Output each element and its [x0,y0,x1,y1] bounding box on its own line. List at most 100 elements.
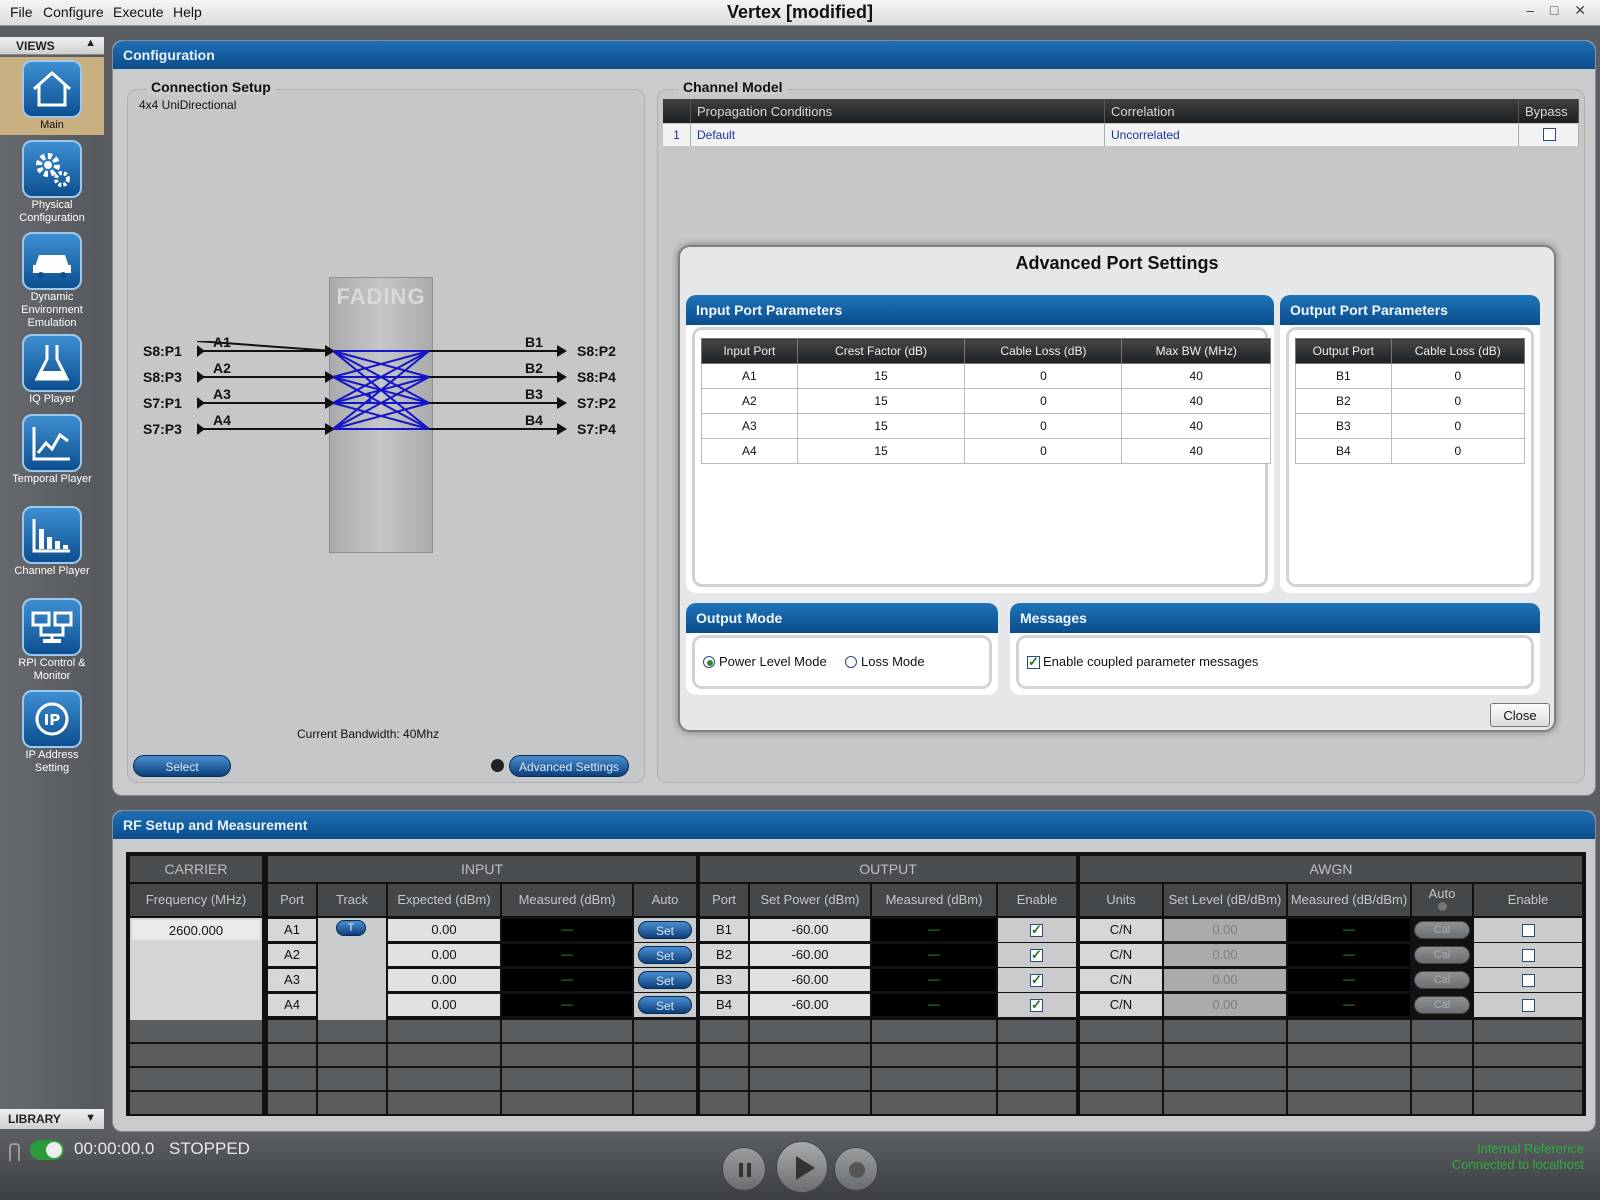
expected-power-input[interactable]: 0.00 [388,944,500,966]
expected-power-input[interactable]: 0.00 [388,919,500,941]
nav-main[interactable]: Main [0,57,104,135]
toggle-knob [46,1142,62,1158]
library-header[interactable]: LIBRARY ▼ [0,1109,104,1129]
cal-button[interactable]: Cal [1414,971,1470,989]
output-cable-loss-cell[interactable]: 0 [1390,438,1526,464]
set-button[interactable]: Set [638,921,692,939]
play-button[interactable] [776,1141,828,1193]
awgn-units-select[interactable]: C/N [1080,994,1162,1016]
menu-execute[interactable]: Execute [113,4,164,20]
cal-button[interactable]: Cal [1414,921,1470,939]
cm-header-propagation[interactable]: Propagation Conditions [691,99,1105,123]
nav-physical-configuration[interactable]: Physical Configuration [0,137,104,227]
set-button[interactable]: Set [638,946,692,964]
select-button[interactable]: Select [133,755,231,777]
empty-cell [318,1020,386,1042]
input-port-a1[interactable]: A1 [213,334,231,350]
nav-temporal-player[interactable]: Temporal Player [0,411,104,501]
output-port-b4[interactable]: B4 [525,412,543,428]
nav-iq-player[interactable]: IQ Player [0,331,104,409]
set-power-input[interactable]: -60.00 [750,969,870,991]
max-bw-cell[interactable]: 40 [1121,363,1271,389]
input-port-parameters-panel: Input Port Parameters Input Port Crest F… [686,295,1274,593]
nav-rpi-control[interactable]: RPI Control & Monitor [0,595,104,685]
max-bw-cell[interactable]: 40 [1121,413,1271,439]
power-level-mode-label[interactable]: Power Level Mode [719,654,827,669]
awgn-units-select[interactable]: C/N [1080,919,1162,941]
set-power-input[interactable]: -60.00 [750,944,870,966]
output-measured-readout: — [872,944,996,966]
nav-dynamic-environment[interactable]: Dynamic Environment Emulation [0,229,104,329]
menu-file[interactable]: File [10,4,33,20]
awgn-enable-checkbox[interactable] [1522,924,1535,937]
output-cable-loss-cell[interactable]: 0 [1390,388,1526,414]
crest-factor-cell[interactable]: 15 [796,438,966,464]
menu-help[interactable]: Help [173,4,202,20]
coupled-messages-checkbox[interactable] [1027,654,1040,670]
record-button[interactable] [834,1147,878,1191]
loss-mode-radio[interactable] [845,656,857,668]
views-header[interactable]: VIEWS ▲ [0,37,104,55]
output-enable-checkbox[interactable] [1030,997,1043,1013]
set-level-input[interactable]: 0.00 [1164,944,1286,966]
input-port-a2[interactable]: A2 [213,360,231,376]
cm-header-bypass[interactable]: Bypass [1519,99,1579,123]
cm-row-propagation[interactable]: Default [691,124,1105,146]
set-level-input[interactable]: 0.00 [1164,969,1286,991]
max-bw-cell[interactable]: 40 [1121,388,1271,414]
output-cable-loss-cell[interactable]: 0 [1390,413,1526,439]
input-port-a3[interactable]: A3 [213,386,231,402]
cable-loss-cell[interactable]: 0 [964,413,1123,439]
output-enable-checkbox[interactable] [1030,972,1043,988]
awgn-units-select[interactable]: C/N [1080,944,1162,966]
chevron-down-icon[interactable]: ▼ [85,1112,96,1124]
set-button[interactable]: Set [638,971,692,989]
crest-factor-cell[interactable]: 15 [796,363,966,389]
set-level-input[interactable]: 0.00 [1164,994,1286,1016]
input-port-a4[interactable]: A4 [213,412,231,428]
coupled-messages-label[interactable]: Enable coupled parameter messages [1043,654,1258,669]
cable-loss-cell[interactable]: 0 [964,438,1123,464]
awgn-enable-checkbox[interactable] [1522,949,1535,962]
power-toggle[interactable] [30,1140,64,1160]
expected-power-input[interactable]: 0.00 [388,969,500,991]
set-button[interactable]: Set [638,996,692,1014]
set-power-input[interactable]: -60.00 [750,919,870,941]
empty-cell [502,1068,632,1090]
crest-factor-cell[interactable]: 15 [796,413,966,439]
awgn-enable-checkbox[interactable] [1522,974,1535,987]
cm-header-correlation[interactable]: Correlation [1105,99,1519,123]
empty-cell [1412,1068,1472,1090]
awgn-enable-checkbox[interactable] [1522,999,1535,1012]
cable-loss-cell[interactable]: 0 [964,363,1123,389]
set-power-input[interactable]: -60.00 [750,994,870,1016]
empty-cell [1474,1092,1582,1114]
output-enable-checkbox[interactable] [1030,947,1043,963]
menu-configure[interactable]: Configure [43,4,104,20]
output-enable-checkbox[interactable] [1030,922,1043,938]
close-button[interactable]: Close [1490,703,1550,727]
set-level-input[interactable]: 0.00 [1164,919,1286,941]
loss-mode-label[interactable]: Loss Mode [861,654,925,669]
awgn-units-select[interactable]: C/N [1080,969,1162,991]
output-port-b1[interactable]: B1 [525,334,543,350]
max-bw-cell[interactable]: 40 [1121,438,1271,464]
cal-button[interactable]: Cal [1414,996,1470,1014]
advanced-settings-button[interactable]: Advanced Settings [509,755,629,777]
pause-button[interactable] [722,1147,766,1191]
cm-row-correlation[interactable]: Uncorrelated [1105,124,1519,146]
input-port-parameters-body: Input Port Crest Factor (dB) Cable Loss … [692,327,1271,587]
cable-loss-cell[interactable]: 0 [964,388,1123,414]
window-controls[interactable]: ‒ □ ✕ [1526,2,1592,19]
output-port-b3[interactable]: B3 [525,386,543,402]
crest-factor-cell[interactable]: 15 [796,388,966,414]
chevron-up-icon[interactable]: ▲ [85,37,96,49]
nav-channel-player[interactable]: Channel Player [0,503,104,593]
output-cable-loss-cell[interactable]: 0 [1390,363,1526,389]
output-port-b2[interactable]: B2 [525,360,543,376]
cal-button[interactable]: Cal [1414,946,1470,964]
expected-power-input[interactable]: 0.00 [388,994,500,1016]
power-level-mode-radio[interactable] [703,656,715,668]
bypass-checkbox[interactable] [1543,128,1556,141]
nav-ip-address[interactable]: IP IP Address Setting [0,687,104,777]
